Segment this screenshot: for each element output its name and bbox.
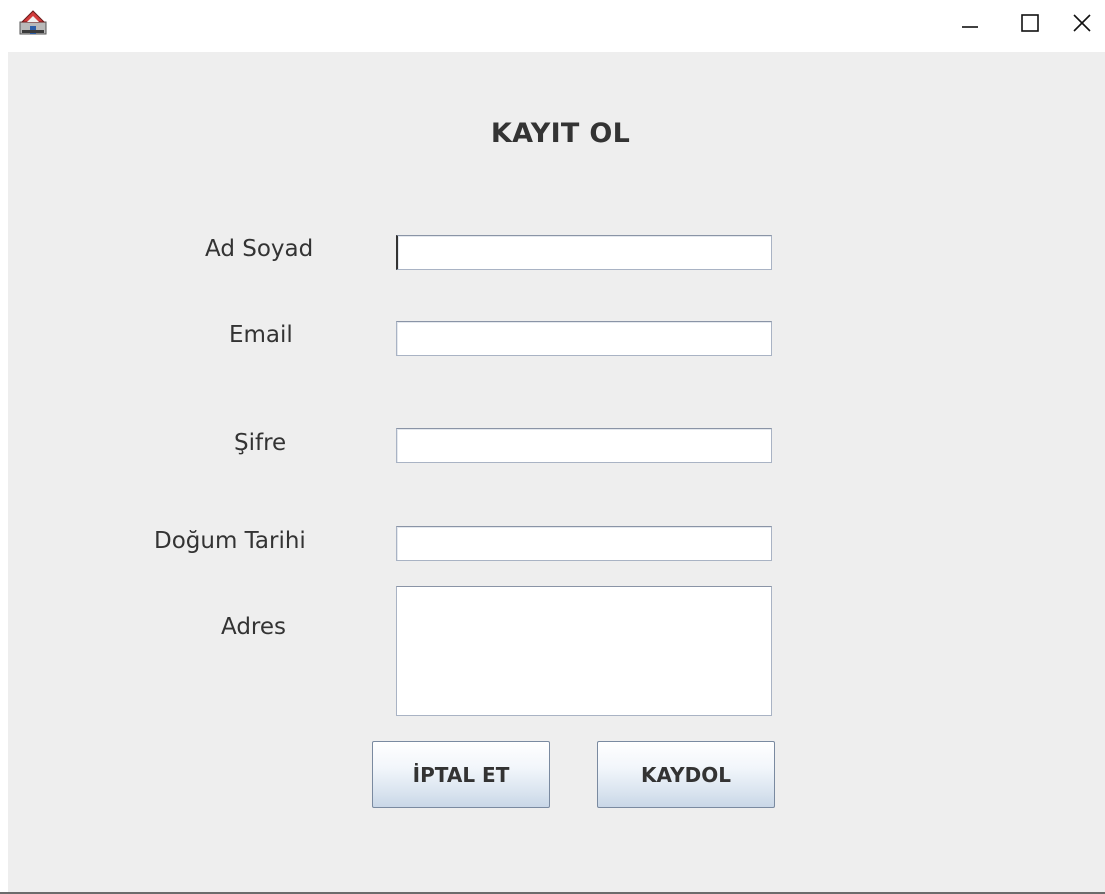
label-ad-soyad: Ad Soyad <box>205 236 314 262</box>
maximize-button[interactable] <box>1000 0 1060 46</box>
close-button[interactable] <box>1052 0 1105 46</box>
maximize-icon <box>1021 14 1039 32</box>
close-icon <box>1073 14 1091 32</box>
app-window: KAYIT OL Ad Soyad Email Şifre Doğum Tari… <box>0 0 1105 894</box>
minimize-icon <box>962 26 978 28</box>
title-bar[interactable] <box>0 0 1105 46</box>
label-email: Email <box>229 322 293 348</box>
dogum-tarihi-input[interactable] <box>396 526 772 561</box>
ad-soyad-input[interactable] <box>396 235 772 270</box>
form-title: KAYIT OL <box>490 118 631 149</box>
label-sifre: Şifre <box>234 430 287 456</box>
cancel-button[interactable]: İPTAL ET <box>372 741 550 808</box>
email-input[interactable] <box>396 321 772 356</box>
register-button[interactable]: KAYDOL <box>597 741 775 808</box>
adres-textarea[interactable] <box>396 586 772 716</box>
java-app-icon <box>19 10 47 35</box>
form-panel: KAYIT OL Ad Soyad Email Şifre Doğum Tari… <box>8 52 1105 892</box>
label-dogum-tarihi: Doğum Tarihi <box>154 528 306 554</box>
minimize-button[interactable] <box>940 0 1000 46</box>
label-adres: Adres <box>221 614 287 640</box>
sifre-input[interactable] <box>396 428 772 463</box>
